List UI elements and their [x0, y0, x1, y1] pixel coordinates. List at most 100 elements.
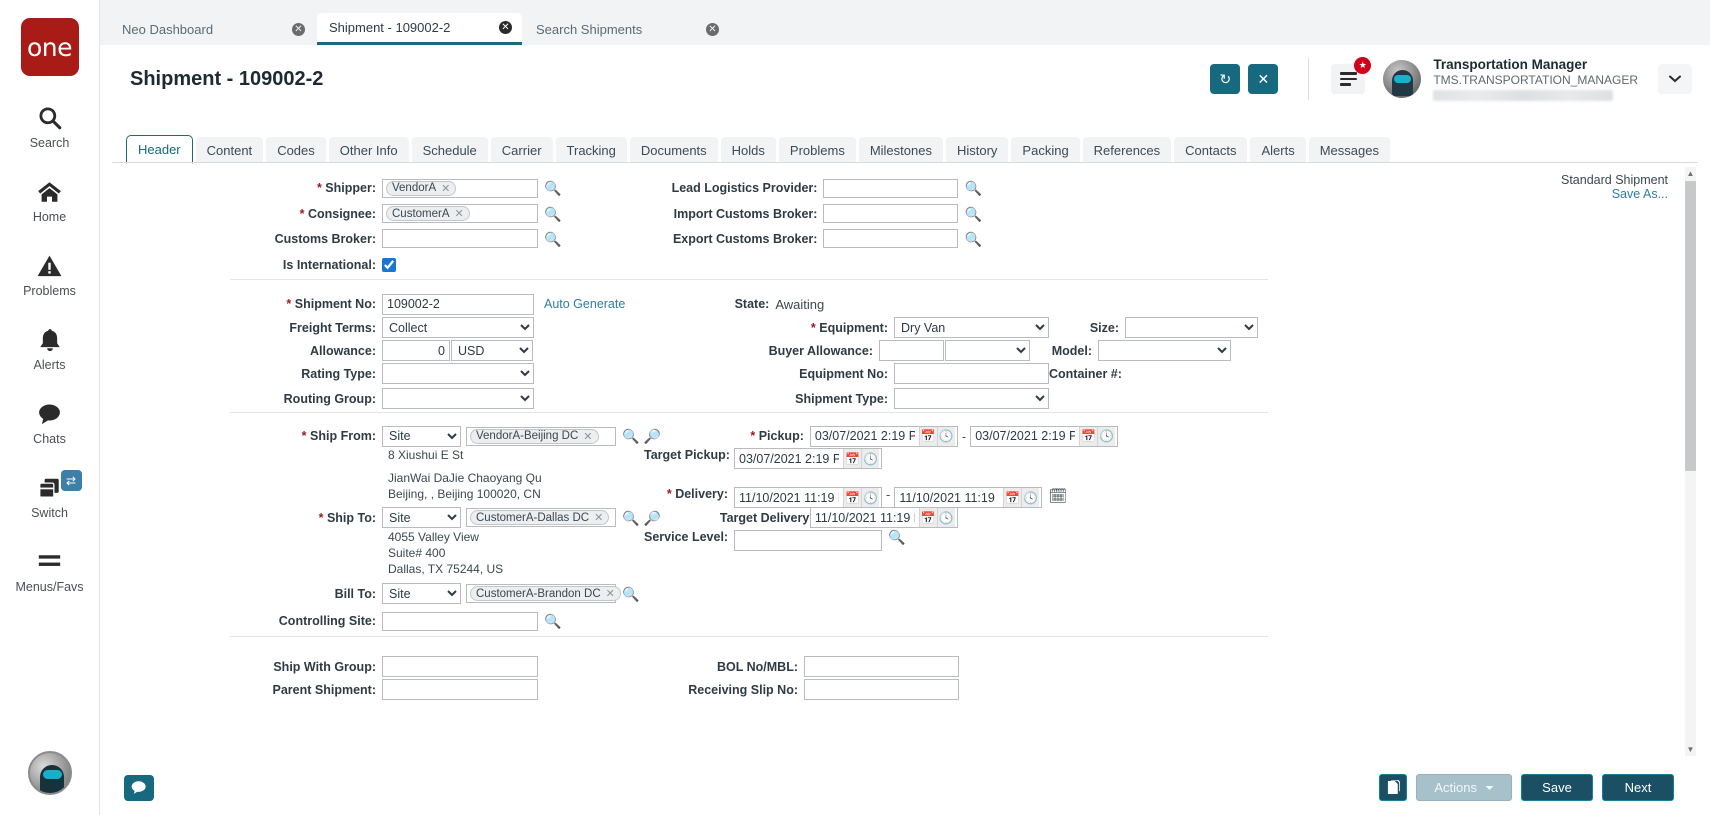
customs-broker-lookup-icon[interactable]: 🔍 [544, 232, 561, 246]
clock-icon[interactable]: 🕓 [1097, 427, 1115, 446]
shipper-lookup-icon[interactable]: 🔍 [544, 181, 561, 195]
delivery-from-datetime[interactable]: 📅 🕓 [734, 487, 882, 508]
appointment-note-icon[interactable]: 🗓 [1048, 487, 1067, 505]
bill-to-type-select[interactable]: Site [382, 583, 461, 604]
pickup-to-input[interactable] [971, 428, 1079, 445]
consignee-input[interactable]: CustomerA✕ [382, 204, 538, 223]
close-icon[interactable]: ✕ [706, 23, 719, 36]
tab-milestones[interactable]: Milestones [859, 137, 943, 163]
avatar[interactable] [1383, 60, 1421, 98]
browser-tab-shipment[interactable]: Shipment - 109002-2 ✕ [317, 13, 522, 45]
clock-icon[interactable]: 🕓 [937, 427, 955, 446]
allowance-input[interactable] [382, 340, 450, 361]
browser-tab-search-shipments[interactable]: Search Shipments ✕ [524, 13, 729, 45]
tab-tracking[interactable]: Tracking [556, 137, 627, 163]
target-pickup-input[interactable] [735, 450, 843, 467]
import-customs-broker-input[interactable] [823, 204, 958, 223]
auto-generate-link[interactable]: Auto Generate [544, 297, 625, 311]
sidebar-item-chats[interactable]: Chats [0, 399, 100, 446]
tab-documents[interactable]: Documents [630, 137, 718, 163]
sidebar-item-menus-favs[interactable]: Menus/Favs [0, 547, 100, 594]
calendar-icon[interactable]: 📅 [919, 427, 937, 446]
is-international-checkbox[interactable] [382, 258, 396, 272]
routing-group-select[interactable] [382, 388, 534, 409]
import-customs-broker-lookup-icon[interactable]: 🔍 [964, 207, 981, 221]
calendar-icon[interactable]: 📅 [843, 488, 861, 507]
clock-icon[interactable]: 🕓 [861, 488, 879, 507]
tab-messages[interactable]: Messages [1309, 137, 1390, 163]
switch-badge-icon[interactable]: ⇄ [61, 470, 82, 491]
receiving-slip-no-input[interactable] [804, 679, 959, 700]
equipment-no-input[interactable] [894, 363, 1049, 384]
clock-icon[interactable]: 🕓 [861, 449, 879, 468]
save-button[interactable]: Save [1521, 774, 1593, 801]
sidebar-item-switch[interactable]: ⇄ Switch [0, 473, 100, 520]
close-button[interactable]: ✕ [1248, 64, 1278, 94]
bill-to-chip[interactable]: CustomerA-Brandon DC✕ [470, 586, 621, 601]
scroll-down-icon[interactable]: ▼ [1685, 743, 1696, 756]
user-menu-button[interactable] [1658, 64, 1692, 94]
calendar-icon[interactable]: 📅 [1003, 488, 1021, 507]
remove-chip-icon[interactable]: ✕ [441, 182, 450, 195]
export-customs-broker-input[interactable] [823, 229, 958, 248]
service-level-lookup-icon[interactable]: 🔍 [888, 530, 905, 544]
ship-to-lookup-icon[interactable]: 🔍 [622, 511, 639, 525]
ship-from-search-icon[interactable]: 🔎 [643, 429, 660, 443]
target-pickup-datetime[interactable]: 📅 🕓 [734, 448, 882, 469]
shipper-input[interactable]: VendorA✕ [382, 179, 538, 198]
tab-alerts[interactable]: Alerts [1250, 137, 1305, 163]
bill-to-lookup-icon[interactable]: 🔍 [622, 587, 639, 601]
clock-icon[interactable]: 🕓 [937, 508, 955, 527]
bol-no-input[interactable] [804, 656, 959, 677]
remove-chip-icon[interactable]: ✕ [594, 511, 603, 524]
copy-button[interactable] [1379, 774, 1407, 801]
tab-history[interactable]: History [946, 137, 1008, 163]
sidebar-item-problems[interactable]: Problems [0, 251, 100, 298]
browser-tab-neo-dashboard[interactable]: Neo Dashboard ✕ [110, 13, 315, 45]
consignee-lookup-icon[interactable]: 🔍 [544, 207, 561, 221]
tab-problems[interactable]: Problems [779, 137, 856, 163]
form-scrollbar-thumb[interactable] [1685, 181, 1696, 471]
buyer-allowance-input[interactable] [879, 340, 944, 361]
size-select[interactable] [1125, 317, 1258, 338]
scroll-up-icon[interactable]: ▲ [1685, 167, 1696, 180]
delivery-to-input[interactable] [895, 489, 1003, 506]
ship-to-input[interactable]: CustomerA-Dallas DC✕ [466, 508, 616, 527]
shipment-no-input[interactable] [382, 294, 534, 315]
shipment-type-select[interactable] [894, 388, 1049, 409]
service-level-input[interactable] [734, 530, 882, 551]
ship-to-type-select[interactable]: Site [382, 507, 461, 528]
close-icon[interactable]: ✕ [499, 21, 512, 34]
calendar-icon[interactable]: 📅 [919, 508, 937, 527]
tab-content[interactable]: Content [196, 137, 264, 163]
refresh-button[interactable]: ↻ [1210, 64, 1240, 94]
tab-holds[interactable]: Holds [721, 137, 776, 163]
delivery-to-datetime[interactable]: 📅 🕓 [894, 487, 1042, 508]
ship-from-chip[interactable]: VendorA-Beijing DC✕ [470, 429, 599, 444]
target-delivery-input[interactable] [811, 509, 919, 526]
tab-codes[interactable]: Codes [266, 137, 326, 163]
freight-terms-select[interactable]: Collect [382, 317, 534, 338]
target-delivery-datetime[interactable]: 📅 🕓 [810, 507, 958, 528]
bill-to-input[interactable]: CustomerA-Brandon DC✕ [466, 584, 616, 603]
lead-logistics-provider-input[interactable] [823, 179, 958, 198]
chat-button[interactable] [124, 775, 154, 801]
next-button[interactable]: Next [1602, 774, 1674, 801]
calendar-icon[interactable]: 📅 [1079, 427, 1097, 446]
remove-chip-icon[interactable]: ✕ [606, 587, 615, 600]
parent-shipment-input[interactable] [382, 679, 538, 700]
pickup-to-datetime[interactable]: 📅 🕓 [970, 426, 1118, 447]
tab-packing[interactable]: Packing [1011, 137, 1079, 163]
remove-chip-icon[interactable]: ✕ [455, 207, 464, 220]
tab-schedule[interactable]: Schedule [412, 137, 488, 163]
export-customs-broker-lookup-icon[interactable]: 🔍 [964, 232, 981, 246]
pickup-from-input[interactable] [811, 428, 919, 445]
notifications-menu-button[interactable]: ★ [1331, 64, 1365, 94]
controlling-site-input[interactable] [382, 612, 538, 631]
remove-chip-icon[interactable]: ✕ [583, 430, 592, 443]
customs-broker-input[interactable] [382, 229, 538, 248]
equipment-select[interactable]: Dry Van [894, 317, 1049, 338]
sidebar-item-home[interactable]: Home [0, 177, 100, 224]
tab-contacts[interactable]: Contacts [1174, 137, 1247, 163]
model-select[interactable] [1098, 340, 1231, 361]
